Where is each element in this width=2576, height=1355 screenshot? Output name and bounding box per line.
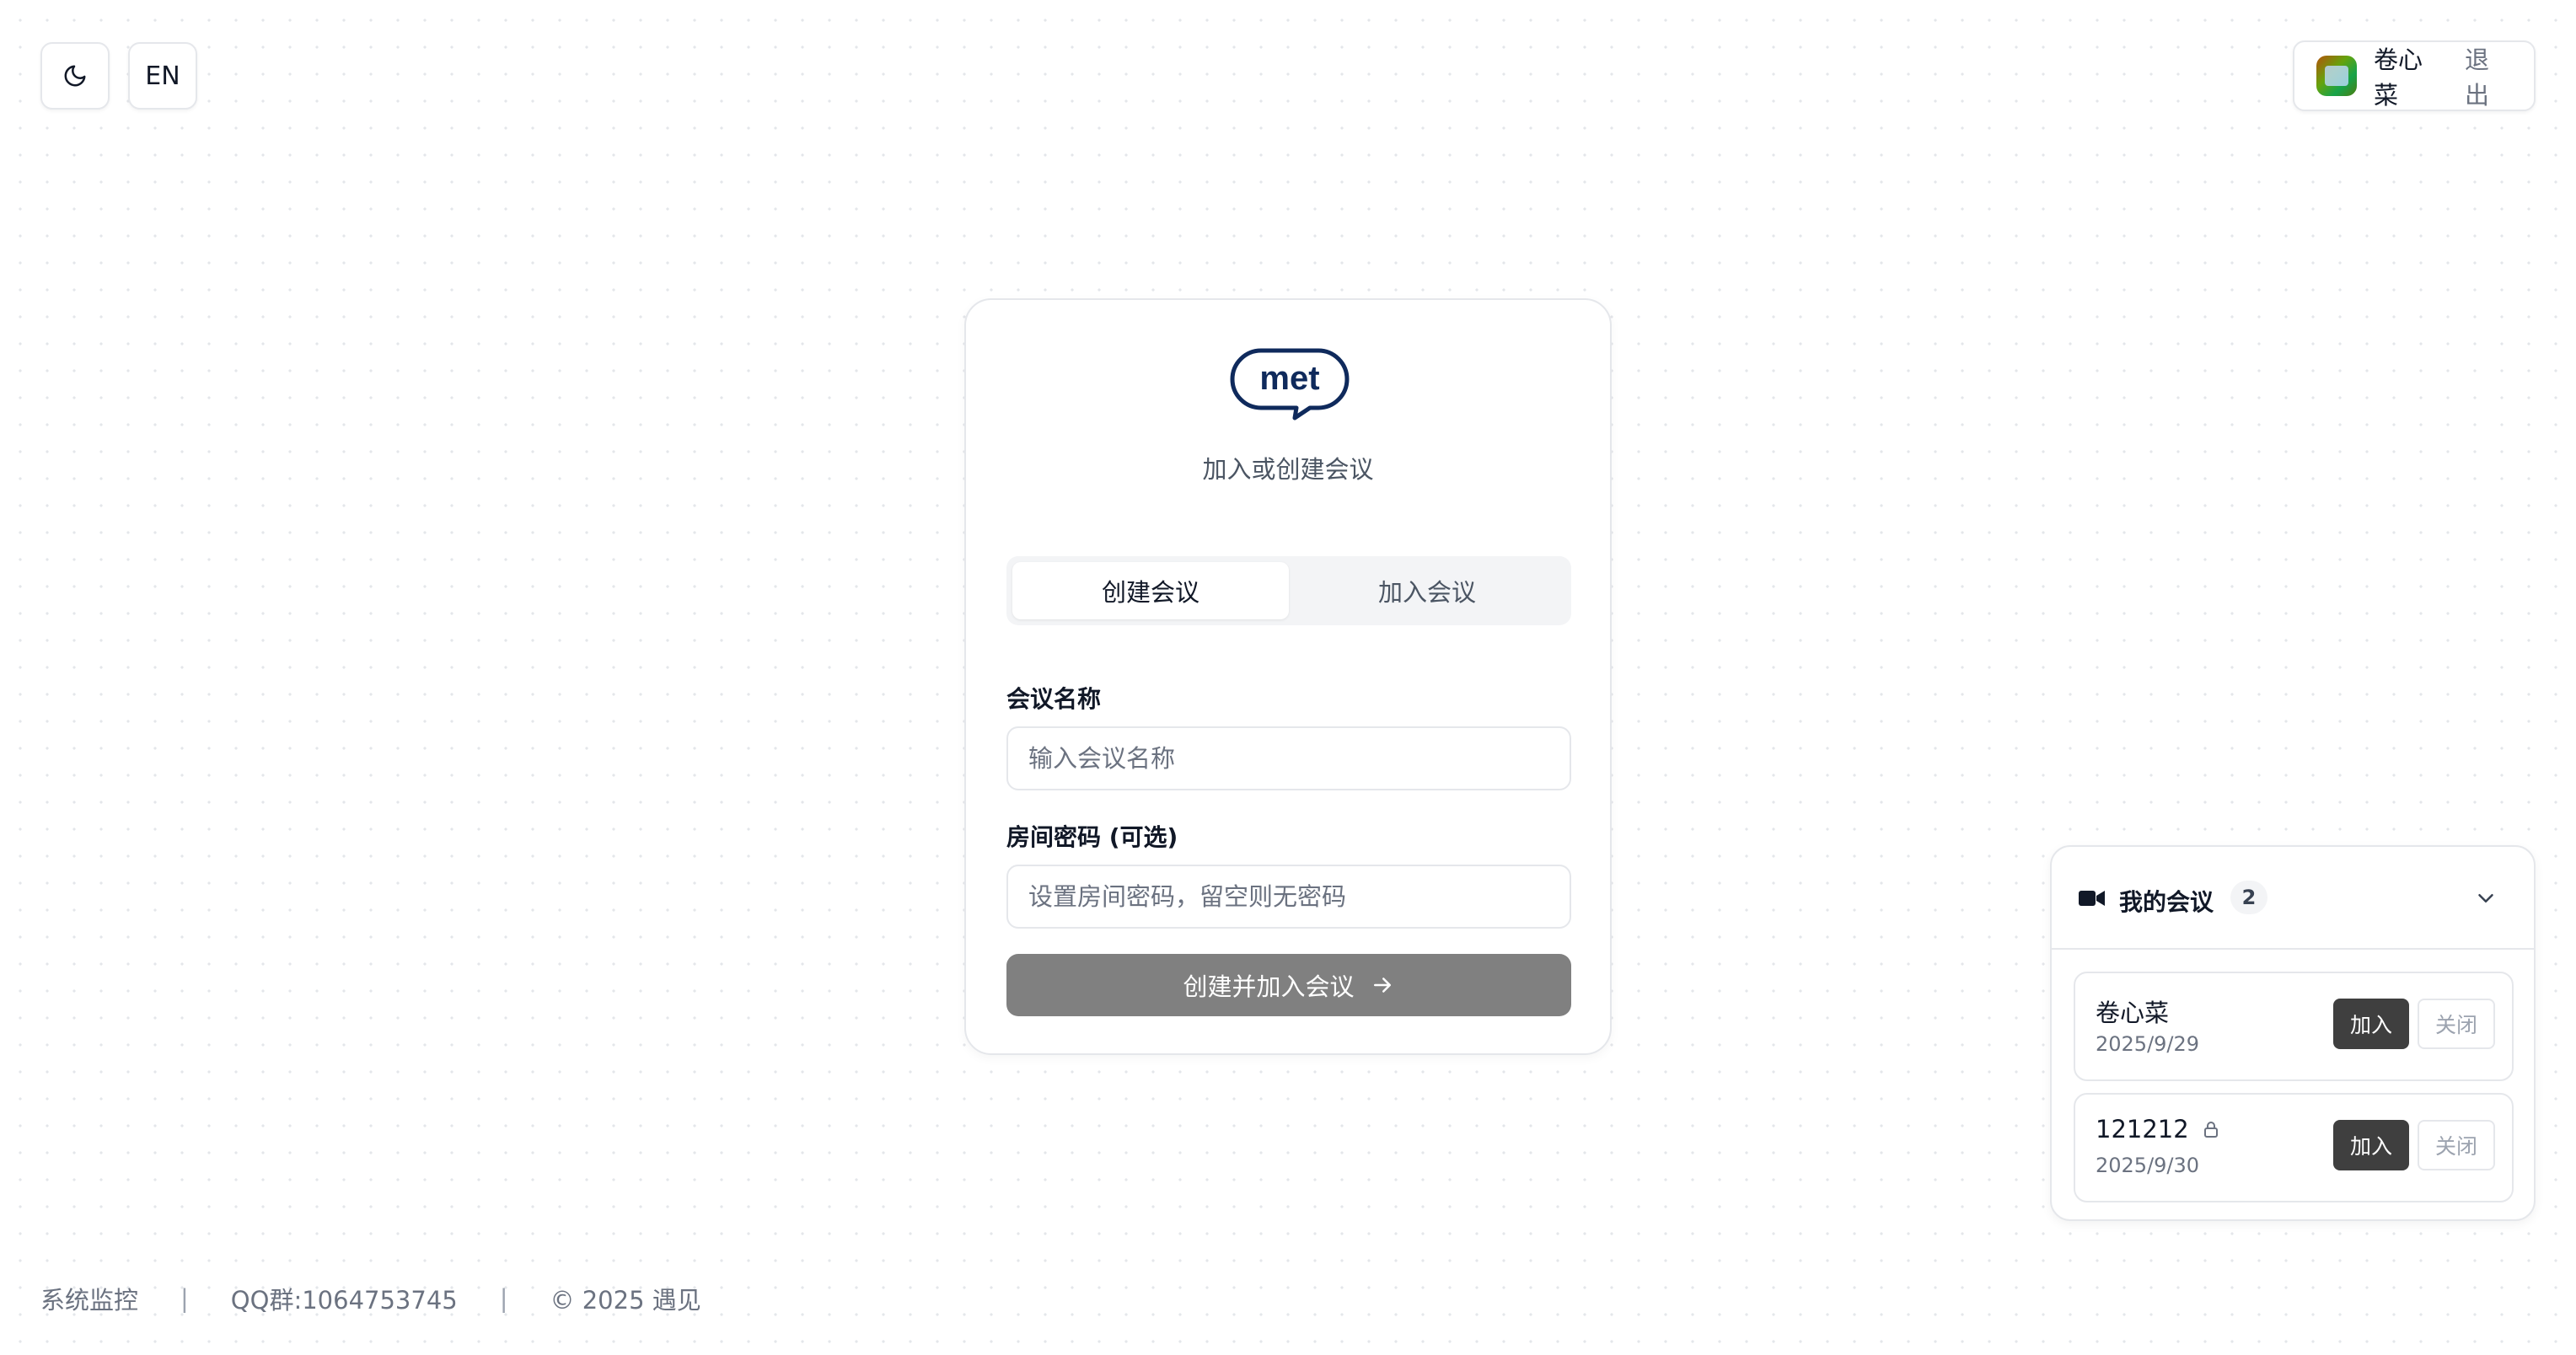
- avatar[interactable]: [2316, 56, 2357, 96]
- meeting-date: 2025/9/30: [2096, 1154, 2200, 1177]
- join-meeting-button[interactable]: 加入: [2333, 999, 2409, 1049]
- create-and-join-button[interactable]: 创建并加入会议: [1006, 954, 1571, 1016]
- password-input[interactable]: [1006, 865, 1571, 929]
- met-logo: met: [1230, 348, 1350, 420]
- moon-icon: [64, 65, 86, 87]
- meeting-name-label: 会议名称: [1006, 685, 1102, 713]
- lock-icon: [2203, 1122, 2218, 1138]
- create-and-join-label: 创建并加入会议: [1183, 972, 1355, 1001]
- meeting-name: 卷心菜: [2096, 999, 2170, 1027]
- my-meetings-title: 我的会议: [2119, 888, 2214, 916]
- page-subtitle: 加入或创建会议: [1202, 455, 1374, 484]
- meetings-count-badge: 2: [2230, 881, 2267, 914]
- footer-separator: |: [180, 1284, 189, 1313]
- user-menu: 卷心菜 退出: [2293, 40, 2536, 111]
- language-label: EN: [145, 61, 180, 91]
- password-label: 房间密码 (可选): [1006, 823, 1178, 851]
- my-meetings-header[interactable]: 我的会议 2: [2052, 847, 2534, 950]
- meeting-name: 121212: [2096, 1115, 2189, 1143]
- meeting-list-item: 121212 2025/9/30 加入 关闭: [2074, 1093, 2514, 1202]
- mode-tabs: 创建会议 加入会议: [1006, 556, 1571, 625]
- user-name: 卷心菜: [2374, 46, 2423, 110]
- my-meetings-panel: 我的会议 2 卷心菜 2025/9/29 加入 关闭 121212 2025/9…: [2050, 845, 2536, 1221]
- video-camera-icon: [2079, 891, 2105, 906]
- system-monitor-link[interactable]: 系统监控: [40, 1281, 138, 1316]
- close-meeting-button[interactable]: 关闭: [2418, 999, 2495, 1049]
- footer-separator: |: [499, 1284, 508, 1313]
- language-toggle-button[interactable]: EN: [128, 42, 197, 110]
- logo-text: met: [1259, 360, 1319, 397]
- arrow-right-icon: [1373, 977, 1391, 993]
- tab-create-meeting[interactable]: 创建会议: [1012, 562, 1289, 619]
- close-meeting-button[interactable]: 关闭: [2418, 1120, 2495, 1170]
- chevron-down-icon[interactable]: [2473, 886, 2498, 911]
- meeting-name-input[interactable]: [1006, 726, 1571, 790]
- logout-button[interactable]: 退出: [2465, 40, 2512, 111]
- copyright-text: © 2025 遇见: [550, 1286, 701, 1315]
- qq-group-text: QQ群:1064753745: [230, 1286, 458, 1315]
- join-meeting-button[interactable]: 加入: [2333, 1120, 2409, 1170]
- theme-toggle-button[interactable]: [40, 42, 110, 110]
- tab-join-meeting[interactable]: 加入会议: [1289, 562, 1565, 619]
- meeting-list-item: 卷心菜 2025/9/29 加入 关闭: [2074, 972, 2514, 1081]
- meeting-date: 2025/9/29: [2096, 1032, 2200, 1056]
- meeting-card: met 加入或创建会议 创建会议 加入会议 会议名称 房间密码 (可选) 创建并…: [964, 298, 1612, 1055]
- footer: 系统监控 | QQ群:1064753745 | © 2025 遇见: [40, 1281, 701, 1316]
